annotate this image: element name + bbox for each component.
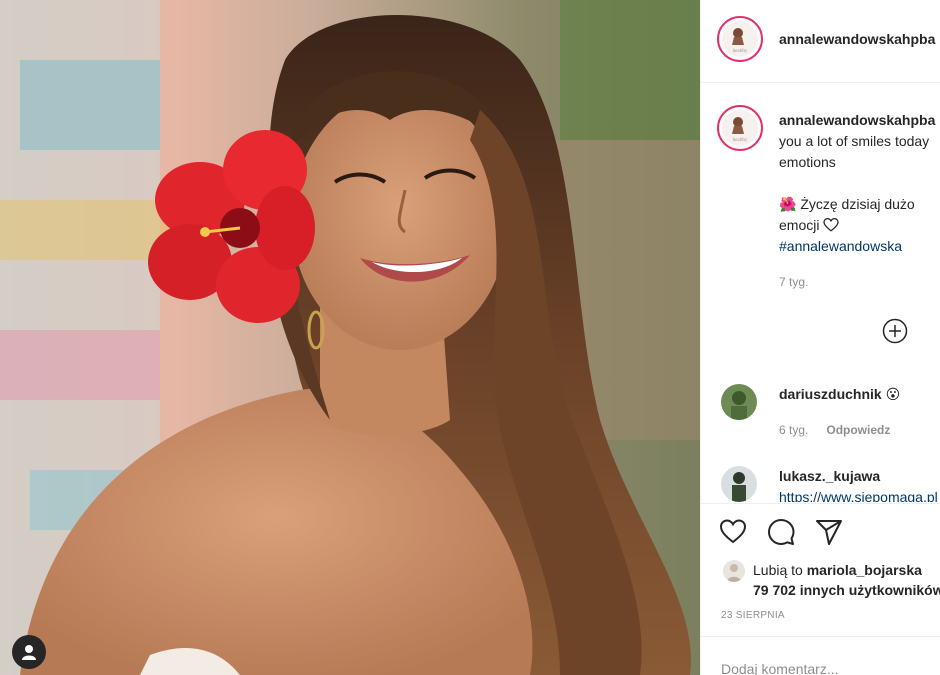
caption-age[interactable]: 7 tyg.: [779, 275, 808, 289]
post-date[interactable]: 23 SIERPNIA: [721, 610, 785, 621]
heart-outline-emoji-icon: [823, 217, 839, 232]
author-username[interactable]: annalewandowskahpba: [779, 31, 935, 47]
commenter-avatar[interactable]: [721, 384, 757, 420]
comment-link[interactable]: https://www.siepomaga.pl: [779, 489, 938, 502]
comment-icon: [768, 519, 795, 545]
user-icon: [22, 645, 36, 660]
add-comment-placeholder[interactable]: Dodaj komentarz...: [721, 661, 839, 675]
commenter-avatar-image: [721, 384, 757, 420]
author-avatar-image: healthy: [722, 21, 758, 57]
comment-button[interactable]: [767, 518, 795, 546]
comment-item: lukasz._kujawa https://www.siepomaga.pl: [701, 462, 940, 502]
liker-avatar[interactable]: [723, 560, 745, 582]
comment-text: lukasz._kujawa: [779, 468, 880, 484]
comment-meta: 6 tyg. Odpowiedz: [779, 423, 890, 437]
liker-avatar-image: [723, 560, 745, 582]
commenter-avatar-image: [721, 466, 757, 502]
liker-username[interactable]: mariola_bojarska: [807, 562, 922, 578]
commenter-username[interactable]: lukasz._kujawa: [779, 468, 880, 484]
likes-prefix: Lubią to: [753, 562, 803, 578]
caption-avatar-image: healthy: [722, 110, 758, 146]
add-comment-field[interactable]: Dodaj komentarz...: [701, 636, 940, 675]
author-avatar[interactable]: healthy: [717, 16, 763, 62]
reply-button[interactable]: Odpowiedz: [826, 423, 890, 437]
svg-text:healthy: healthy: [733, 138, 748, 143]
caption-line-pl-2: emocji: [779, 215, 940, 236]
share-button[interactable]: [815, 518, 843, 546]
likes-count[interactable]: 79 702 innych użytkowników: [753, 582, 940, 598]
caption-line-en-2: emotions: [779, 154, 836, 170]
load-more-comments-button[interactable]: [882, 318, 908, 344]
flower-emoji-icon: 🌺: [779, 196, 797, 212]
heart-icon: [719, 519, 747, 544]
post-image: [0, 0, 700, 675]
comment-emoji: 😮: [885, 386, 901, 402]
caption-text: annalewandowskahpba you a lot of smiles …: [779, 110, 940, 257]
plus-circle-icon: [882, 318, 908, 344]
like-button[interactable]: [719, 518, 747, 546]
send-icon: [816, 520, 842, 545]
caption-line-pl-1: 🌺 Życzę dzisiaj dużo: [779, 196, 915, 212]
caption-line-en-1: you a lot of smiles today: [779, 133, 930, 149]
likes-summary: Lubią to mariola_bojarska 79 702 innych …: [753, 560, 940, 600]
caption-username[interactable]: annalewandowskahpba: [779, 112, 935, 128]
commenter-username[interactable]: dariuszduchnik: [779, 386, 882, 402]
commenter-avatar[interactable]: [721, 466, 757, 502]
comment-text: dariuszduchnik 😮: [779, 386, 900, 403]
post-actions: Lubią to mariola_bojarska 79 702 innych …: [701, 503, 940, 675]
post-photo[interactable]: [0, 0, 700, 675]
comment-age[interactable]: 6 tyg.: [779, 423, 808, 437]
post-header: healthy annalewandowskahpba: [701, 0, 940, 83]
post-side-panel: healthy annalewandowskahpba healthy anna…: [700, 0, 940, 675]
svg-text:healthy: healthy: [733, 49, 748, 54]
user-tag-button[interactable]: [12, 635, 46, 669]
caption-hashtag[interactable]: #annalewandowska: [779, 238, 902, 254]
caption-avatar[interactable]: healthy: [717, 105, 763, 151]
